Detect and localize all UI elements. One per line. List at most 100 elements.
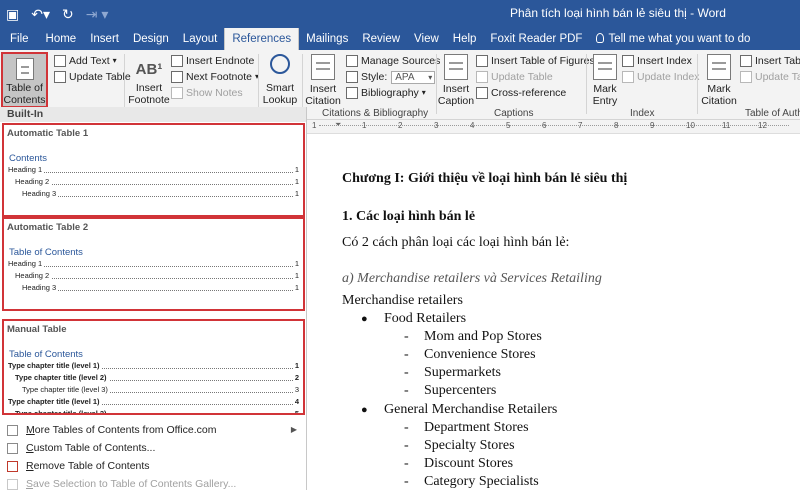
list-item: Supercenters xyxy=(404,383,496,399)
undo-icon[interactable]: ↶▾ xyxy=(31,4,50,24)
toc-preview-line: Type chapter title (level 1) 4 xyxy=(4,396,303,408)
bibliography-button[interactable]: Bibliography ▾ xyxy=(346,85,426,101)
table-of-contents-button[interactable]: Table of Contents xyxy=(1,52,48,108)
tab-file[interactable]: File xyxy=(0,28,39,50)
save-icon[interactable]: ▣ xyxy=(6,4,19,24)
tab-layout[interactable]: Layout xyxy=(176,28,225,50)
style-icon xyxy=(346,71,358,83)
cross-reference-button[interactable]: Cross-reference xyxy=(476,85,566,101)
document-page[interactable]: Chương I: Giới thiệu về loại hình bán lẻ… xyxy=(307,135,800,490)
smart-lookup-label: Smart Lookup xyxy=(262,82,298,106)
toc-preview-page-number: 1 xyxy=(292,164,299,176)
smart-lookup-icon xyxy=(270,54,290,74)
group-separator xyxy=(586,54,587,114)
manage-sources-icon xyxy=(346,55,358,67)
toc-preview-leader xyxy=(8,172,295,173)
toc-preview-text: Heading 3 xyxy=(22,282,59,294)
update-table-icon xyxy=(54,71,66,83)
gallery-automatic-table-1[interactable]: Automatic Table 1 Contents Heading 1 1 Hea… xyxy=(2,123,305,217)
indent-marker-icon[interactable]: ⏷ xyxy=(335,120,341,130)
insert-footnote-button[interactable]: AB¹ Insert Footnote xyxy=(128,58,170,106)
insert-table-of-authorities-label: Insert Table xyxy=(755,55,800,67)
custom-table-of-contents-menu-item[interactable]: Custom Table of Contents... xyxy=(0,439,305,457)
add-text-button[interactable]: Add Text ▾ xyxy=(54,53,117,69)
list-item: Category Specialists xyxy=(404,474,539,490)
ruler-number: 5 xyxy=(506,121,511,130)
style-label: Style: xyxy=(361,71,388,83)
toc-preview-leader xyxy=(22,290,295,291)
mark-entry-label: Mark Entry xyxy=(592,83,618,107)
show-notes-button[interactable]: Show Notes xyxy=(171,85,243,101)
update-index-button[interactable]: Update Index xyxy=(622,69,699,85)
bullet-general-merchandise: General Merchandise Retailers xyxy=(361,402,557,418)
tab-home[interactable]: Home xyxy=(39,28,84,50)
gallery-heading: Table of Contents xyxy=(9,349,83,360)
gallery-automatic-table-2[interactable]: Automatic Table 2 Table of Contents Head… xyxy=(2,217,305,311)
update-table-of-authorities-button[interactable]: Update Table xyxy=(740,69,800,85)
toc-preview-text: Type chapter title (level 2) xyxy=(15,408,109,413)
remove-table-of-contents-menu-item[interactable]: Remove Table of Contents xyxy=(0,457,305,475)
toc-preview-page-number: 5 xyxy=(292,408,299,413)
ruler-number: 2 xyxy=(398,121,403,130)
gallery-manual-table[interactable]: Manual Table Table of Contents Type chap… xyxy=(2,319,305,415)
tab-references[interactable]: References xyxy=(224,28,300,50)
mark-entry-button[interactable]: Mark Entry xyxy=(588,54,622,107)
more-tables-of-contents-menu-item[interactable]: More Tables of Contents from Office.com … xyxy=(0,421,305,439)
manage-sources-button[interactable]: Manage Sources xyxy=(346,53,440,69)
ribbon-tabs: File Home Insert Design Layout Reference… xyxy=(0,28,800,50)
insert-caption-icon xyxy=(444,54,468,80)
next-footnote-button[interactable]: Next Footnote ▾ xyxy=(171,69,259,85)
update-table-label: Update Table xyxy=(69,71,131,83)
insert-index-label: Insert Index xyxy=(637,55,692,67)
ruler-number: 9 xyxy=(650,121,655,130)
update-table-of-figures-icon xyxy=(476,71,488,83)
insert-endnote-button[interactable]: Insert Endnote xyxy=(171,53,254,69)
tab-review[interactable]: Review xyxy=(355,28,407,50)
tab-design[interactable]: Design xyxy=(126,28,176,50)
tab-mailings[interactable]: Mailings xyxy=(299,28,355,50)
tab-view[interactable]: View xyxy=(407,28,446,50)
update-table-button[interactable]: Update Table xyxy=(54,69,131,85)
insert-index-button[interactable]: Insert Index xyxy=(622,53,692,69)
toc-preview-leader xyxy=(15,184,295,185)
group-separator xyxy=(124,54,125,114)
style-dropdown[interactable]: APA xyxy=(391,70,436,84)
tab-help[interactable]: Help xyxy=(446,28,484,50)
update-table-of-figures-button[interactable]: Update Table xyxy=(476,69,553,85)
update-table-of-figures-label: Update Table xyxy=(491,71,553,83)
save-selection-to-gallery-menu-item[interactable]: Save Selection to Table of Contents Gall… xyxy=(0,475,305,490)
insert-caption-button[interactable]: Insert Caption xyxy=(437,54,475,107)
table-of-authorities-icon xyxy=(740,55,752,67)
bibliography-dropdown-icon: ▾ xyxy=(421,88,426,97)
smart-lookup-button[interactable]: Smart Lookup xyxy=(262,54,298,106)
insert-table-of-authorities-button[interactable]: Insert Table xyxy=(740,53,800,69)
toc-preview-text: Type chapter title (level 1) xyxy=(8,396,102,408)
list-item: Supermarkets xyxy=(404,365,501,381)
toc-preview-text: Type chapter title (level 1) xyxy=(8,360,102,372)
menu-item-label: ore Tables of Contents from Office.com xyxy=(34,424,217,436)
toc-preview-text: Type chapter title (level 2) xyxy=(15,372,109,384)
toc-preview-page-number: 3 xyxy=(292,384,299,396)
style-selector[interactable]: Style: APA xyxy=(346,69,436,85)
update-index-label: Update Index xyxy=(637,71,700,83)
insert-table-of-figures-button[interactable]: Insert Table of Figures xyxy=(476,53,595,69)
tab-insert[interactable]: Insert xyxy=(83,28,126,50)
list-item: Specialty Stores xyxy=(404,438,515,454)
insert-footnote-label: Insert Footnote xyxy=(128,82,170,106)
update-index-icon xyxy=(622,71,634,83)
toc-preview-line: Type chapter title (level 1) 1 xyxy=(4,360,303,372)
tell-me-search[interactable]: Tell me what you want to do xyxy=(589,28,757,50)
customize-qat-icon[interactable]: ⇥ ▾ xyxy=(86,4,109,24)
mark-citation-button[interactable]: Mark Citation xyxy=(699,54,739,107)
captions-group-label: Captions xyxy=(494,108,534,119)
toc-preview-text: Heading 1 xyxy=(8,164,45,176)
menu-item-label: ave Selection to Table of Contents Galle… xyxy=(33,478,237,490)
lightbulb-icon xyxy=(596,33,605,43)
redo-icon[interactable]: ↻ xyxy=(62,4,74,24)
gallery-title: Automatic Table 1 xyxy=(7,128,89,139)
insert-citation-button[interactable]: Insert Citation xyxy=(303,54,343,107)
toc-preview-leader xyxy=(15,278,295,279)
horizontal-ruler[interactable]: ⏷ 1 1 2 3 4 5 6 7 8 9 10 11 12 xyxy=(307,120,800,134)
tab-foxit-reader-pdf[interactable]: Foxit Reader PDF xyxy=(483,28,589,50)
toc-preview-page-number: 1 xyxy=(292,188,299,200)
